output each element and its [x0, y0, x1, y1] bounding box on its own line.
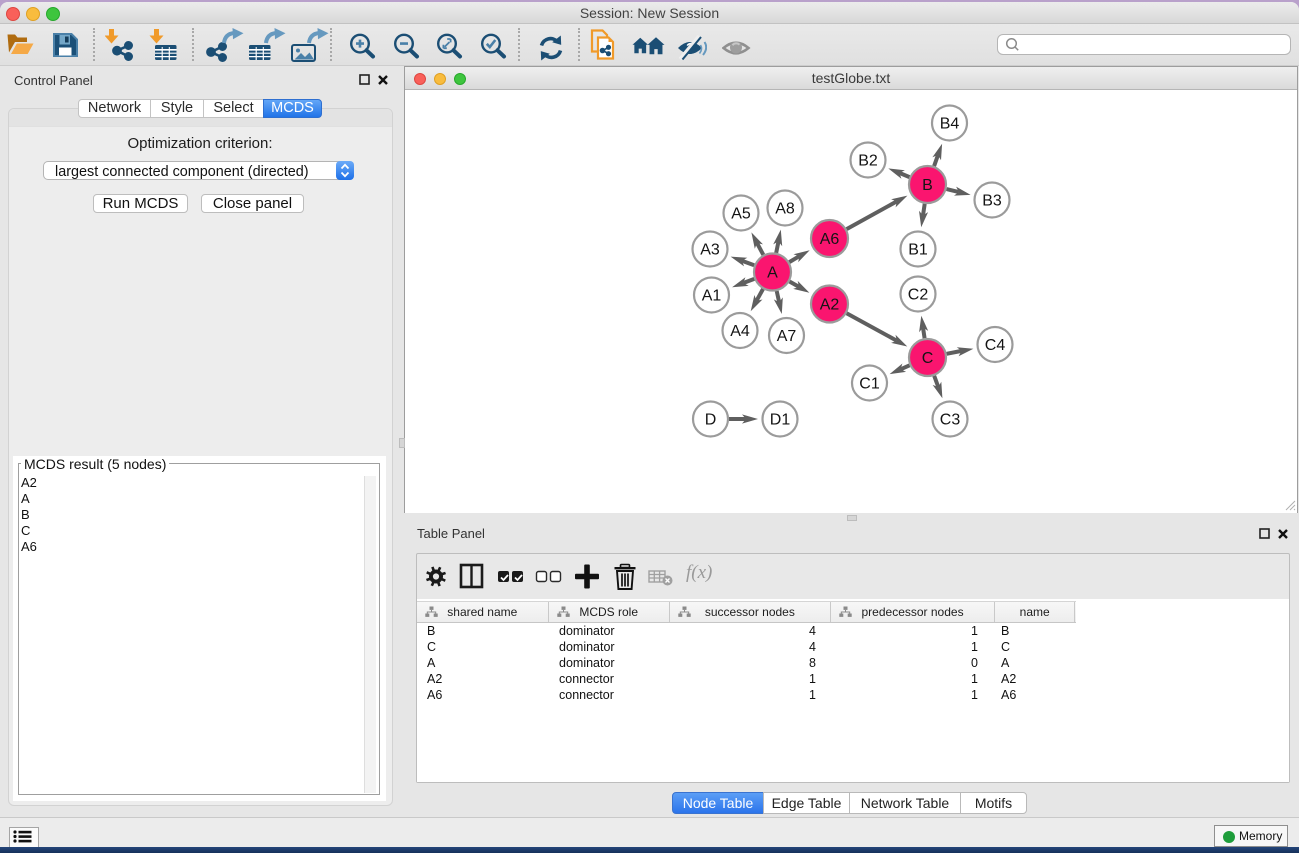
svg-text:D: D: [705, 412, 717, 429]
svg-text:C2: C2: [908, 287, 929, 304]
svg-text:A3: A3: [700, 242, 720, 259]
svg-text:B4: B4: [940, 116, 960, 133]
svg-text:A4: A4: [730, 323, 750, 340]
svg-text:A6: A6: [820, 231, 840, 248]
svg-text:C: C: [922, 350, 934, 367]
svg-text:A1: A1: [702, 288, 722, 305]
svg-text:C4: C4: [985, 337, 1006, 354]
svg-text:C3: C3: [940, 412, 961, 429]
svg-text:A: A: [767, 265, 778, 282]
svg-text:B1: B1: [908, 242, 928, 259]
svg-text:B2: B2: [858, 153, 878, 170]
svg-text:A8: A8: [775, 201, 795, 218]
svg-text:C1: C1: [859, 376, 880, 393]
svg-text:B3: B3: [982, 193, 1002, 210]
svg-text:B: B: [922, 177, 933, 194]
svg-text:A2: A2: [820, 297, 840, 314]
svg-text:A5: A5: [731, 206, 751, 223]
svg-text:A7: A7: [777, 328, 797, 345]
svg-text:D1: D1: [770, 412, 791, 429]
